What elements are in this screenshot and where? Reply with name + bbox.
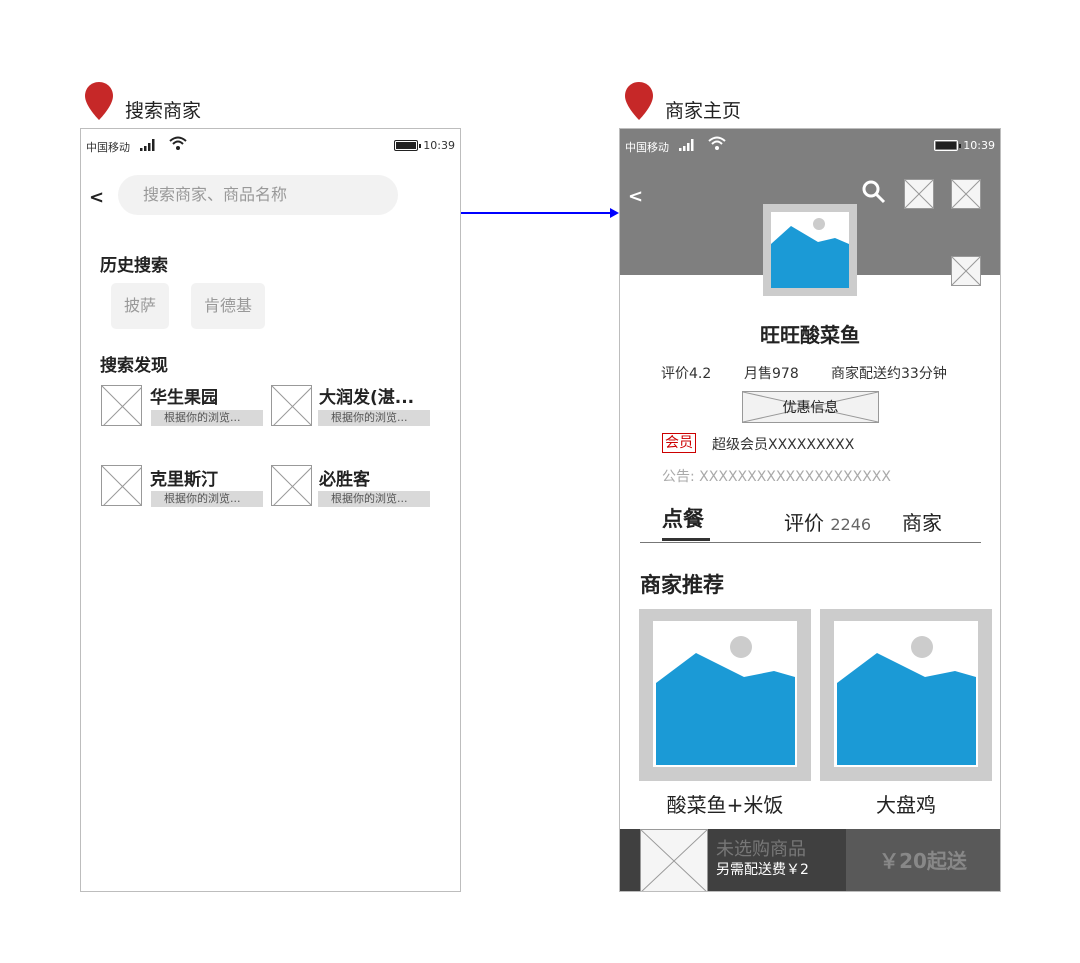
dish-image[interactable]	[820, 609, 992, 781]
status-bar: 中国移动 10:39	[620, 129, 1000, 161]
flow-arrow	[460, 208, 619, 218]
battery-icon	[394, 140, 421, 151]
recommend-title: 商家推荐	[640, 573, 724, 597]
shop-desc: 根据你的浏览...	[151, 410, 263, 426]
tab-reviews-label: 评价	[784, 511, 824, 535]
discover-title: 搜索发现	[100, 356, 168, 376]
search-screen: 中国移动 10:39 < 搜索商家、商品名称 历史搜索 披萨 肯德基 搜索发现 …	[80, 128, 461, 892]
promo-info-button[interactable]: 优惠信息	[742, 391, 879, 423]
shop-desc: 根据你的浏览...	[151, 491, 263, 507]
shop-thumbnail-icon	[101, 465, 142, 506]
favorite-icon[interactable]	[904, 179, 934, 209]
cart-bar: 未选购商品 另需配送费￥2 ￥20起送	[620, 829, 1000, 892]
min-order-button[interactable]: ￥20起送	[846, 829, 1000, 891]
history-tag-kfc[interactable]: 肯德基	[191, 283, 266, 329]
time-label: 10:39	[423, 139, 455, 152]
back-button[interactable]: <	[628, 186, 643, 207]
location-pin-icon	[625, 82, 653, 120]
time-label: 10:39	[963, 139, 995, 152]
dish-name[interactable]: 大盘鸡	[820, 789, 992, 818]
status-bar: 中国移动 10:39	[81, 129, 460, 161]
search-screen-label: 搜索商家	[125, 100, 202, 122]
wifi-icon	[169, 136, 187, 150]
shop-thumbnail-icon	[271, 385, 312, 426]
shop-desc: 根据你的浏览...	[318, 491, 430, 507]
tab-order[interactable]: 点餐	[662, 503, 704, 533]
back-button[interactable]: <	[89, 187, 104, 208]
shop-thumbnail-icon	[101, 385, 142, 426]
store-rating: 评价4.2	[661, 366, 712, 382]
shop-thumbnail-icon	[271, 465, 312, 506]
carrier-label: 中国移动	[86, 141, 130, 154]
reviews-count: 2246	[830, 515, 872, 534]
shop-name[interactable]: 克里斯汀	[150, 465, 218, 490]
shop-name[interactable]: 大润发(湛...	[319, 383, 414, 408]
shop-desc: 根据你的浏览...	[318, 410, 430, 426]
wifi-icon	[708, 136, 726, 150]
share-icon[interactable]	[951, 179, 981, 209]
search-input[interactable]: 搜索商家、商品名称	[118, 175, 398, 215]
tab-reviews[interactable]: 评价 2246	[784, 507, 871, 536]
tab-merchant[interactable]: 商家	[902, 507, 942, 536]
delivery-time: 商家配送约33分钟	[831, 366, 947, 382]
cart-icon[interactable]	[640, 829, 708, 892]
search-icon[interactable]	[861, 179, 887, 205]
history-tag-pizza[interactable]: 披萨	[111, 283, 170, 329]
delivery-fee: 另需配送费￥2	[716, 862, 809, 878]
shop-name[interactable]: 必胜客	[319, 465, 370, 490]
cart-status: 未选购商品	[716, 839, 806, 860]
location-pin-icon	[85, 82, 113, 120]
battery-icon	[934, 140, 961, 151]
more-icon[interactable]	[951, 256, 981, 286]
dish-image[interactable]	[639, 609, 811, 781]
member-badge: 会员	[662, 433, 696, 453]
store-name: 旺旺酸菜鱼	[760, 323, 860, 347]
shop-name[interactable]: 华生果园	[150, 383, 218, 408]
history-title: 历史搜索	[100, 256, 168, 276]
signal-icon	[679, 139, 694, 151]
monthly-sales: 月售978	[744, 366, 799, 382]
signal-icon	[140, 139, 155, 151]
carrier-label: 中国移动	[625, 141, 669, 154]
store-notice: 公告: XXXXXXXXXXXXXXXXXXXX	[662, 469, 891, 485]
member-text: 超级会员XXXXXXXXX	[712, 437, 855, 453]
store-screen: 中国移动 10:39 < 旺旺酸菜鱼 评价4.2 月售978 商家配送约33分钟…	[619, 128, 1001, 892]
store-screen-label: 商家主页	[665, 100, 742, 122]
store-logo-image	[763, 204, 857, 296]
dish-name[interactable]: 酸菜鱼+米饭	[639, 789, 811, 818]
tab-divider	[640, 542, 981, 543]
active-tab-indicator	[662, 538, 710, 541]
promo-label: 优惠信息	[782, 400, 839, 416]
